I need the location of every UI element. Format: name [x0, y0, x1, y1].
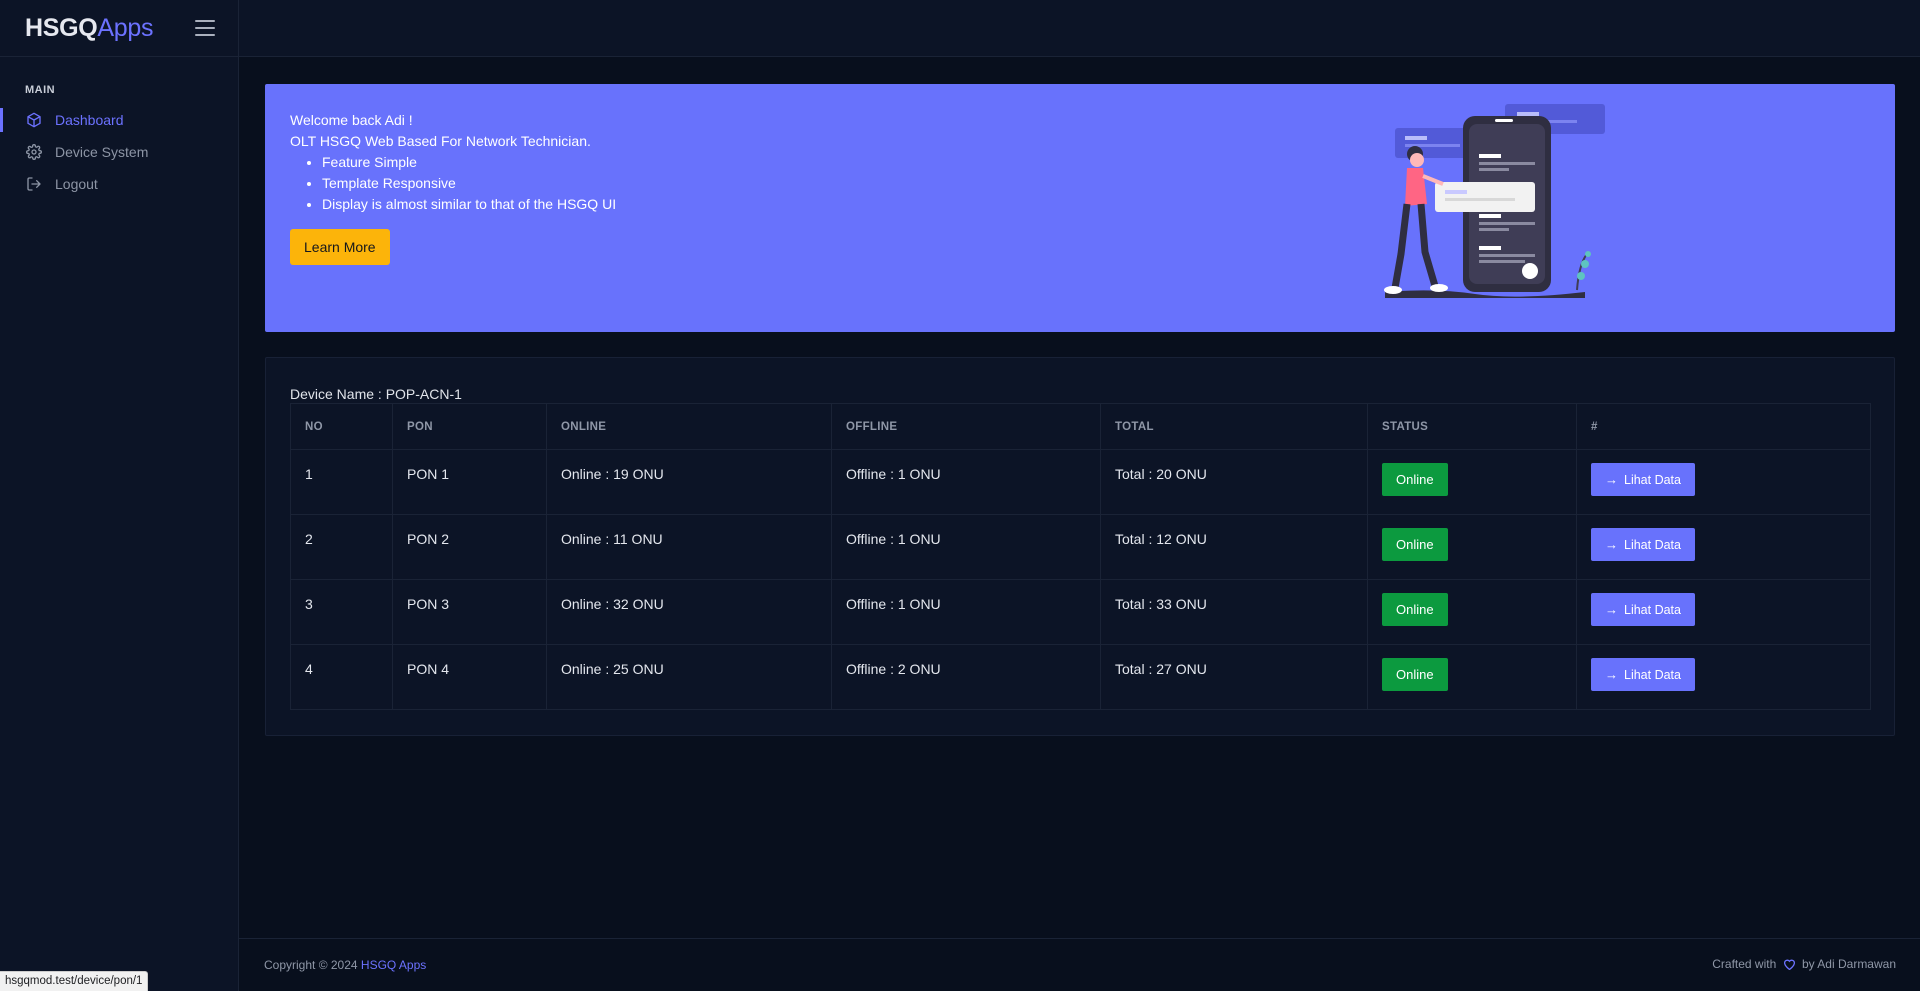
cube-icon — [25, 112, 42, 129]
nav-heading: MAIN — [25, 84, 56, 96]
copyright-text: Copyright © 2024 — [264, 958, 358, 972]
arrow-right-icon: → — [1605, 537, 1618, 552]
cell-online: Online : 11 ONU — [546, 514, 832, 580]
footer: Copyright © 2024 HSGQ Apps Crafted with … — [239, 938, 1920, 991]
menu-toggle-icon[interactable] — [195, 20, 215, 36]
view-data-button[interactable]: → Lihat Data — [1591, 658, 1695, 691]
footer-copyright: Copyright © 2024 HSGQ Apps — [264, 958, 426, 972]
brand-logo[interactable]: HSGQApps — [25, 13, 154, 43]
cell-online: Online : 25 ONU — [546, 644, 832, 710]
cell-no: 2 — [290, 514, 393, 580]
sidebar-item-logout[interactable]: Logout — [0, 168, 238, 200]
footer-link[interactable]: HSGQ Apps — [361, 958, 426, 972]
arrow-right-icon: → — [1605, 602, 1618, 617]
cell-offline: Offline : 1 ONU — [831, 579, 1101, 645]
feature-item: Feature Simple — [322, 152, 1895, 173]
column-header: # — [1576, 403, 1871, 450]
sidebar-item-label: Logout — [55, 176, 98, 192]
arrow-right-icon: → — [1605, 472, 1618, 487]
cell-offline: Offline : 1 ONU — [831, 514, 1101, 580]
table-header-row: NO PON ONLINE OFFLINE TOTAL STATUS # — [290, 403, 1871, 450]
sidebar: HSGQApps MAIN Dashboard Device System Lo… — [0, 0, 239, 991]
device-name: Device Name : POP-ACN-1 — [290, 386, 462, 402]
button-label: Lihat Data — [1624, 602, 1681, 617]
cell-action: → Lihat Data — [1576, 514, 1871, 580]
table-row: 1 PON 1 Online : 19 ONU Offline : 1 ONU … — [290, 449, 1871, 515]
feature-item: Template Responsive — [322, 173, 1895, 194]
sidebar-item-label: Dashboard — [55, 112, 124, 128]
brand: HSGQApps — [0, 0, 238, 57]
status-badge: Online — [1382, 593, 1448, 626]
cell-total: Total : 20 ONU — [1100, 449, 1368, 515]
topbar — [239, 0, 1920, 57]
device-card: Device Name : POP-ACN-1 NO PON ONLINE OF… — [265, 357, 1895, 736]
cell-action: → Lihat Data — [1576, 644, 1871, 710]
pon-table: NO PON ONLINE OFFLINE TOTAL STATUS # 1 P… — [290, 403, 1871, 710]
cell-status: Online — [1367, 514, 1577, 580]
column-header: OFFLINE — [831, 403, 1101, 450]
table-row: 3 PON 3 Online : 32 ONU Offline : 1 ONU … — [290, 579, 1871, 645]
feature-item: Display is almost similar to that of the… — [322, 194, 1895, 215]
cell-action: → Lihat Data — [1576, 449, 1871, 515]
welcome-banner: Welcome back Adi ! OLT HSGQ Web Based Fo… — [265, 84, 1895, 332]
brand-bold: HSGQ — [25, 13, 98, 42]
cell-no: 4 — [290, 644, 393, 710]
view-data-button[interactable]: → Lihat Data — [1591, 593, 1695, 626]
table-row: 4 PON 4 Online : 25 ONU Offline : 2 ONU … — [290, 644, 1871, 710]
cell-offline: Offline : 2 ONU — [831, 644, 1101, 710]
footer-credit: Crafted with by Adi Darmawan — [1712, 957, 1896, 972]
sidebar-item-device-system[interactable]: Device System — [0, 136, 238, 168]
button-label: Lihat Data — [1624, 667, 1681, 682]
logout-icon — [25, 176, 42, 193]
button-label: Lihat Data — [1624, 537, 1681, 552]
cell-total: Total : 27 ONU — [1100, 644, 1368, 710]
sidebar-item-dashboard[interactable]: Dashboard — [0, 104, 238, 136]
cell-total: Total : 12 ONU — [1100, 514, 1368, 580]
status-badge: Online — [1382, 658, 1448, 691]
view-data-button[interactable]: → Lihat Data — [1591, 463, 1695, 496]
feature-list: Feature Simple Template Responsive Displ… — [322, 152, 1895, 215]
table-row: 2 PON 2 Online : 11 ONU Offline : 1 ONU … — [290, 514, 1871, 580]
column-header: PON — [392, 403, 547, 450]
cell-action: → Lihat Data — [1576, 579, 1871, 645]
cell-no: 1 — [290, 449, 393, 515]
cell-pon: PON 4 — [392, 644, 547, 710]
cell-no: 3 — [290, 579, 393, 645]
gear-icon — [25, 144, 42, 161]
button-label: Lihat Data — [1624, 472, 1681, 487]
cell-status: Online — [1367, 449, 1577, 515]
cell-pon: PON 1 — [392, 449, 547, 515]
cell-status: Online — [1367, 644, 1577, 710]
sidebar-item-label: Device System — [55, 144, 149, 160]
column-header: NO — [290, 403, 393, 450]
cell-online: Online : 19 ONU — [546, 449, 832, 515]
column-header: STATUS — [1367, 403, 1577, 450]
view-data-button[interactable]: → Lihat Data — [1591, 528, 1695, 561]
welcome-illustration — [1384, 104, 1605, 298]
crafted-suffix: by Adi Darmawan — [1801, 957, 1896, 972]
cell-offline: Offline : 1 ONU — [831, 449, 1101, 515]
column-header: ONLINE — [546, 403, 832, 450]
cell-pon: PON 3 — [392, 579, 547, 645]
heart-icon — [1783, 958, 1796, 973]
status-badge: Online — [1382, 463, 1448, 496]
crafted-prefix: Crafted with — [1712, 957, 1777, 972]
learn-more-button[interactable]: Learn More — [290, 229, 390, 265]
welcome-greeting: Welcome back Adi ! — [290, 112, 413, 128]
cell-total: Total : 33 ONU — [1100, 579, 1368, 645]
cell-status: Online — [1367, 579, 1577, 645]
welcome-subtitle: OLT HSGQ Web Based For Network Technicia… — [290, 133, 591, 149]
arrow-right-icon: → — [1605, 667, 1618, 682]
column-header: TOTAL — [1100, 403, 1368, 450]
cell-online: Online : 32 ONU — [546, 579, 832, 645]
cell-pon: PON 2 — [392, 514, 547, 580]
status-url: hsgqmod.test/device/pon/1 — [0, 971, 149, 991]
status-badge: Online — [1382, 528, 1448, 561]
brand-light: Apps — [97, 13, 154, 42]
